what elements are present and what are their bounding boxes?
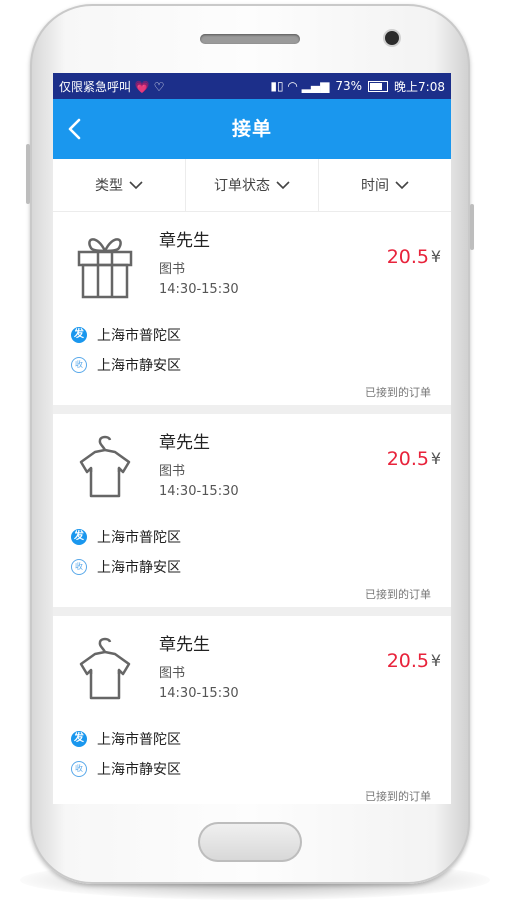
gift-icon: [77, 238, 133, 299]
order-category: 图书: [159, 464, 186, 479]
currency-symbol: ¥: [430, 449, 441, 468]
delivery-address: 收 上海市静安区: [71, 759, 181, 779]
pickup-address: 发 上海市普陀区: [71, 729, 181, 749]
order-category: 图书: [159, 666, 186, 681]
receive-badge-icon: 收: [71, 357, 87, 373]
tshirt-icon: [79, 435, 131, 498]
customer-name: 章先生: [159, 433, 210, 453]
divider: [53, 405, 451, 414]
order-card[interactable]: 章先生 图书 14:30-15:30 20.5 ¥ 发 上海市普陀区 收 上海市…: [53, 414, 451, 607]
chevron-down-icon: [395, 181, 409, 190]
pickup-address-text: 上海市普陀区: [97, 328, 181, 344]
filter-time[interactable]: 时间: [319, 159, 451, 211]
order-status: 已接到的订单: [365, 790, 431, 803]
status-bar: 仅限紧急呼叫 💗 ♡ ▮▯ ◠ ▂▄▆ 73% 晚上7:08: [53, 73, 451, 99]
receive-badge-icon: 收: [71, 761, 87, 777]
phone-speaker: [200, 34, 300, 44]
status-bar-time: 晚上7:08: [394, 79, 445, 94]
status-bar-carrier: 仅限紧急呼叫 💗 ♡: [59, 79, 165, 94]
order-category: 图书: [159, 262, 186, 277]
pickup-address-text: 上海市普陀区: [97, 732, 181, 748]
customer-name: 章先生: [159, 635, 210, 655]
phone-side-button-left: [26, 144, 30, 204]
order-list: 章先生 图书 14:30-15:30 20.5 ¥ 发 上海市普陀区 收 上海市…: [53, 212, 451, 804]
order-time: 14:30-15:30: [159, 686, 239, 701]
order-status: 已接到的订单: [365, 386, 431, 399]
chevron-down-icon: [129, 181, 143, 190]
chevron-down-icon: [276, 181, 290, 190]
home-button[interactable]: [198, 822, 302, 862]
send-badge-icon: 发: [71, 731, 87, 747]
delivery-address-text: 上海市静安区: [97, 762, 181, 778]
customer-name: 章先生: [159, 231, 210, 251]
order-time: 14:30-15:30: [159, 484, 239, 499]
send-badge-icon: 发: [71, 327, 87, 343]
signal-icon: ▮▯ ◠ ▂▄▆: [270, 79, 330, 93]
order-price: 20.5: [386, 650, 429, 672]
filter-order-status[interactable]: 订单状态: [186, 159, 319, 211]
phone-camera: [385, 31, 399, 45]
battery-percent: 73%: [335, 79, 363, 93]
pickup-address: 发 上海市普陀区: [71, 527, 181, 547]
delivery-address: 收 上海市静安区: [71, 557, 181, 577]
status-bar-right: ▮▯ ◠ ▂▄▆ 73% 晚上7:08: [270, 78, 445, 95]
order-card[interactable]: 章先生 图书 14:30-15:30 20.5 ¥ 发 上海市普陀区 收 上海市…: [53, 212, 451, 405]
filter-label: 时间: [361, 178, 389, 194]
delivery-address-text: 上海市静安区: [97, 560, 181, 576]
receive-badge-icon: 收: [71, 559, 87, 575]
filter-bar: 类型 订单状态 时间: [53, 159, 451, 212]
pickup-address: 发 上海市普陀区: [71, 325, 181, 345]
page-title: 接单: [231, 118, 272, 140]
send-badge-icon: 发: [71, 529, 87, 545]
delivery-address: 收 上海市静安区: [71, 355, 181, 375]
order-card[interactable]: 章先生 图书 14:30-15:30 20.5 ¥ 发 上海市普陀区 收 上海市…: [53, 616, 451, 804]
order-price: 20.5: [386, 448, 429, 470]
divider: [53, 607, 451, 616]
order-time: 14:30-15:30: [159, 282, 239, 297]
battery-icon: [368, 80, 389, 92]
currency-symbol: ¥: [430, 247, 441, 266]
order-price: 20.5: [386, 246, 429, 268]
filter-label: 订单状态: [214, 178, 270, 194]
filter-label: 类型: [95, 178, 123, 194]
tshirt-icon: [79, 637, 131, 700]
order-status: 已接到的订单: [365, 588, 431, 601]
phone-side-button-right: [470, 204, 474, 250]
filter-type[interactable]: 类型: [53, 159, 186, 211]
pickup-address-text: 上海市普陀区: [97, 530, 181, 546]
currency-symbol: ¥: [430, 651, 441, 670]
nav-bar: 接单: [53, 99, 451, 159]
delivery-address-text: 上海市静安区: [97, 358, 181, 374]
app-screen: 仅限紧急呼叫 💗 ♡ ▮▯ ◠ ▂▄▆ 73% 晚上7:08 接单 类型 订单状…: [53, 73, 451, 804]
